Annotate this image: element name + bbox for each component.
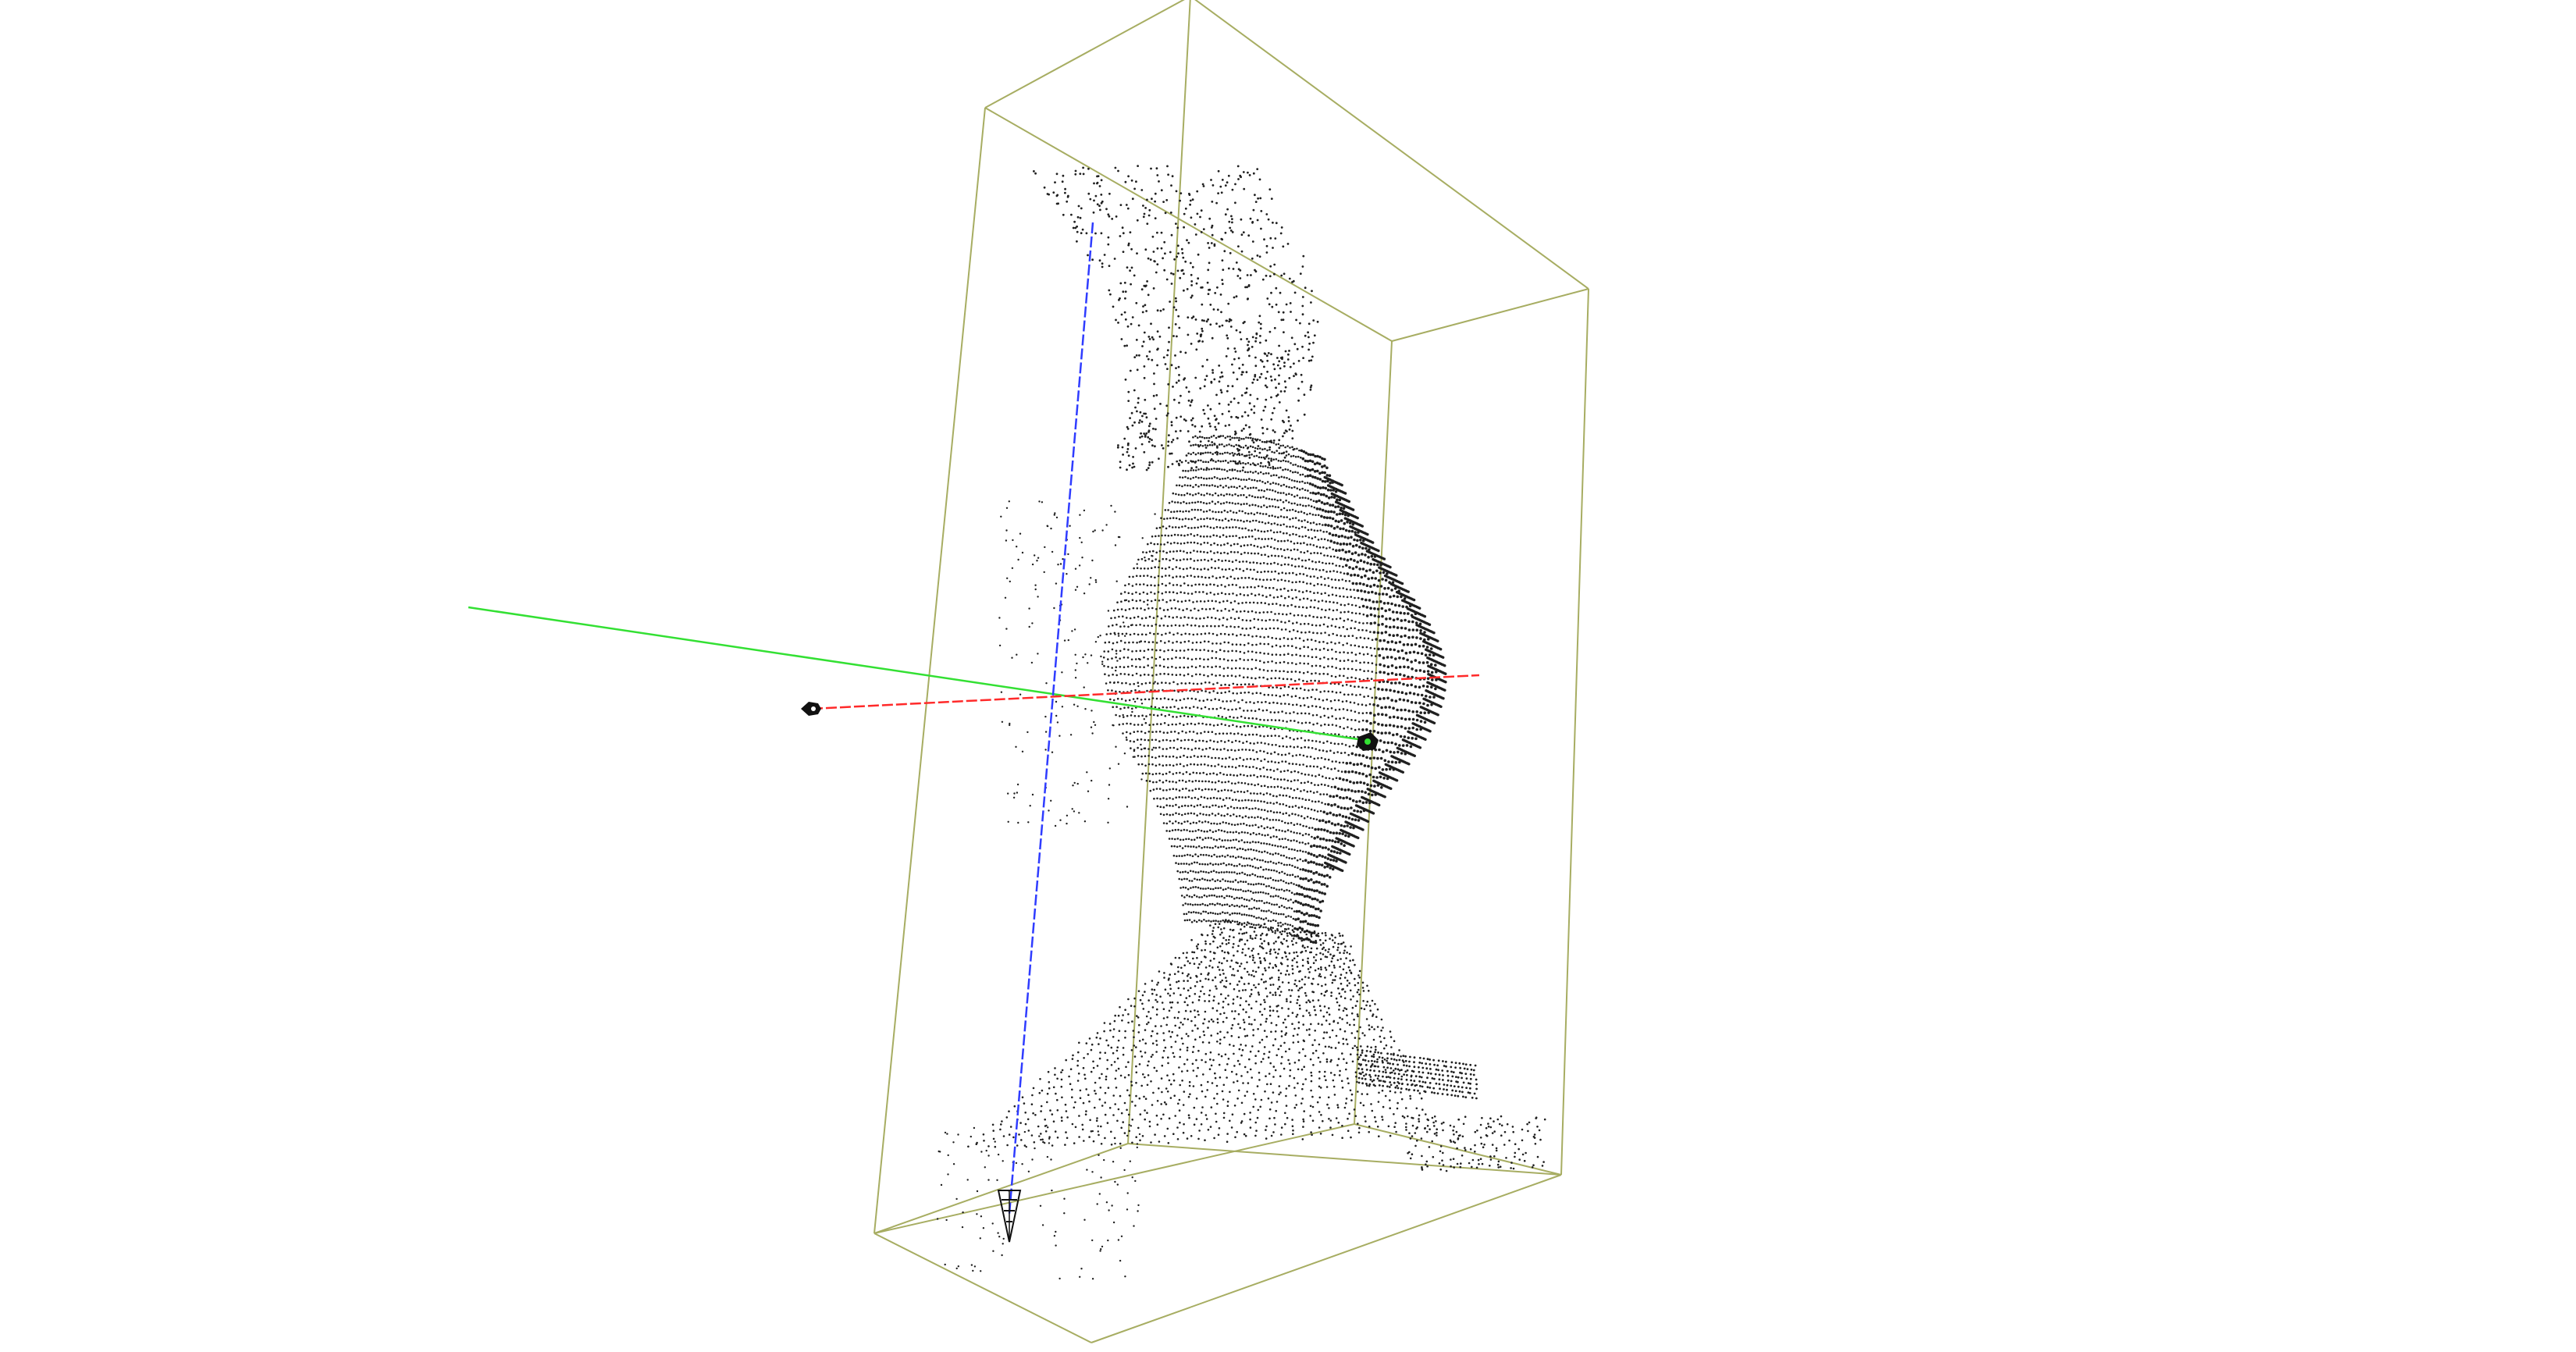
camera-marker-icon (801, 702, 821, 716)
bounding-box-edge (873, 1233, 1092, 1343)
bounding-box-edge (1194, 0, 1589, 290)
bounding-box-edge (873, 1123, 1355, 1234)
point-cloud-scene[interactable] (0, 0, 2576, 1352)
axis-markers (801, 702, 1379, 1243)
3d-viewport[interactable] (0, 0, 2576, 1352)
bounding-box (873, 0, 1589, 1343)
bounding-box-edge (873, 1143, 1129, 1234)
axis-x-line (811, 674, 1480, 710)
coordinate-axes (468, 222, 1480, 1215)
bounding-box-edge (1391, 288, 1589, 342)
bounding-box-edge (1091, 1174, 1562, 1343)
bounding-box-edge (1560, 288, 1589, 1176)
bounding-box-edge (984, 107, 1393, 342)
cone-marker-icon (997, 1190, 1022, 1243)
bounding-box-edge (984, 0, 1185, 109)
axis-z-line (1008, 222, 1094, 1215)
